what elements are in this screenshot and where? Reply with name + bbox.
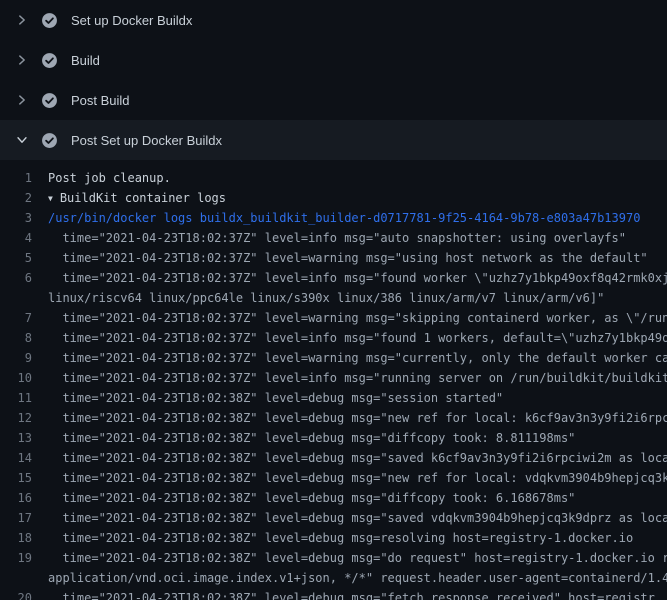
log-text: application/vnd.oci.image.index.v1+json,… bbox=[48, 568, 667, 588]
line-number bbox=[0, 288, 48, 308]
log-text: time="2021-04-23T18:02:38Z" level=debug … bbox=[48, 428, 667, 448]
group-label: BuildKit container logs bbox=[60, 191, 226, 205]
line-number[interactable]: 19 bbox=[0, 548, 48, 568]
log-panel: 1Post job cleanup.2▼ BuildKit container l… bbox=[0, 160, 667, 600]
success-check-icon bbox=[41, 12, 58, 29]
log-line-continuation: linux/riscv64 linux/ppc64le linux/s390x … bbox=[0, 288, 667, 308]
chevron-down-icon bbox=[14, 132, 30, 148]
log-group-toggle[interactable]: ▼ BuildKit container logs bbox=[48, 188, 667, 208]
step-header-post-set-up-docker-buildx[interactable]: Post Set up Docker Buildx bbox=[0, 120, 667, 160]
line-number[interactable]: 17 bbox=[0, 508, 48, 528]
line-number[interactable]: 4 bbox=[0, 228, 48, 248]
log-text: time="2021-04-23T18:02:38Z" level=debug … bbox=[48, 508, 667, 528]
log-line: 9 time="2021-04-23T18:02:37Z" level=warn… bbox=[0, 348, 667, 368]
log-line: 14 time="2021-04-23T18:02:38Z" level=deb… bbox=[0, 448, 667, 468]
log-text: time="2021-04-23T18:02:37Z" level=warnin… bbox=[48, 248, 667, 268]
line-number[interactable]: 15 bbox=[0, 468, 48, 488]
success-check-icon bbox=[41, 52, 58, 69]
line-number bbox=[0, 568, 48, 588]
chevron-right-icon bbox=[14, 52, 30, 68]
line-number[interactable]: 2 bbox=[0, 188, 48, 208]
log-text: time="2021-04-23T18:02:38Z" level=debug … bbox=[48, 388, 667, 408]
line-number[interactable]: 9 bbox=[0, 348, 48, 368]
line-number[interactable]: 12 bbox=[0, 408, 48, 428]
log-line: 6 time="2021-04-23T18:02:37Z" level=info… bbox=[0, 268, 667, 288]
line-number[interactable]: 16 bbox=[0, 488, 48, 508]
log-line: 11 time="2021-04-23T18:02:38Z" level=deb… bbox=[0, 388, 667, 408]
step-header-set-up-docker-buildx[interactable]: Set up Docker Buildx bbox=[0, 0, 667, 40]
line-number[interactable]: 18 bbox=[0, 528, 48, 548]
log-line: 15 time="2021-04-23T18:02:38Z" level=deb… bbox=[0, 468, 667, 488]
line-number[interactable]: 3 bbox=[0, 208, 48, 228]
log-line: 8 time="2021-04-23T18:02:37Z" level=info… bbox=[0, 328, 667, 348]
log-text: time="2021-04-23T18:02:38Z" level=debug … bbox=[48, 448, 667, 468]
step-label: Set up Docker Buildx bbox=[71, 13, 192, 28]
line-number[interactable]: 1 bbox=[0, 168, 48, 188]
log-command-text: /usr/bin/docker logs buildx_buildkit_bui… bbox=[48, 208, 667, 228]
log-text: linux/riscv64 linux/ppc64le linux/s390x … bbox=[48, 288, 667, 308]
line-number[interactable]: 13 bbox=[0, 428, 48, 448]
log-text: time="2021-04-23T18:02:38Z" level=debug … bbox=[48, 548, 667, 568]
line-number[interactable]: 20 bbox=[0, 588, 48, 600]
group-expanded-icon: ▼ bbox=[48, 189, 53, 208]
log-text: time="2021-04-23T18:02:38Z" level=debug … bbox=[48, 528, 667, 548]
success-check-icon bbox=[41, 92, 58, 109]
line-number[interactable]: 14 bbox=[0, 448, 48, 468]
line-number[interactable]: 5 bbox=[0, 248, 48, 268]
log-text: time="2021-04-23T18:02:38Z" level=debug … bbox=[48, 468, 667, 488]
line-number[interactable]: 8 bbox=[0, 328, 48, 348]
step-header-build[interactable]: Build bbox=[0, 40, 667, 80]
success-check-icon bbox=[41, 132, 58, 149]
line-number[interactable]: 6 bbox=[0, 268, 48, 288]
log-text: time="2021-04-23T18:02:38Z" level=debug … bbox=[48, 588, 667, 600]
log-line: 12 time="2021-04-23T18:02:38Z" level=deb… bbox=[0, 408, 667, 428]
chevron-right-icon bbox=[14, 92, 30, 108]
log-line: 3/usr/bin/docker logs buildx_buildkit_bu… bbox=[0, 208, 667, 228]
log-text: time="2021-04-23T18:02:37Z" level=info m… bbox=[48, 268, 667, 288]
log-text: time="2021-04-23T18:02:37Z" level=info m… bbox=[48, 328, 667, 348]
log-line: 18 time="2021-04-23T18:02:38Z" level=deb… bbox=[0, 528, 667, 548]
log-line: 2▼ BuildKit container logs bbox=[0, 188, 667, 208]
log-line: 17 time="2021-04-23T18:02:38Z" level=deb… bbox=[0, 508, 667, 528]
log-text: time="2021-04-23T18:02:38Z" level=debug … bbox=[48, 488, 667, 508]
log-line: 4 time="2021-04-23T18:02:37Z" level=info… bbox=[0, 228, 667, 248]
chevron-right-icon bbox=[14, 12, 30, 28]
actions-log-viewer: Set up Docker Buildx Build Post Build Post … bbox=[0, 0, 667, 600]
log-line: 20 time="2021-04-23T18:02:38Z" level=deb… bbox=[0, 588, 667, 600]
log-text: time="2021-04-23T18:02:37Z" level=info m… bbox=[48, 368, 667, 388]
log-line: 19 time="2021-04-23T18:02:38Z" level=deb… bbox=[0, 548, 667, 568]
log-line: 10 time="2021-04-23T18:02:37Z" level=inf… bbox=[0, 368, 667, 388]
log-line: 1Post job cleanup. bbox=[0, 168, 667, 188]
log-text: time="2021-04-23T18:02:37Z" level=info m… bbox=[48, 228, 667, 248]
line-number[interactable]: 7 bbox=[0, 308, 48, 328]
log-line: 16 time="2021-04-23T18:02:38Z" level=deb… bbox=[0, 488, 667, 508]
log-line-continuation: application/vnd.oci.image.index.v1+json,… bbox=[0, 568, 667, 588]
step-list: Set up Docker Buildx Build Post Build Post … bbox=[0, 0, 667, 160]
log-line: 7 time="2021-04-23T18:02:37Z" level=warn… bbox=[0, 308, 667, 328]
log-text: Post job cleanup. bbox=[48, 168, 667, 188]
log-line: 13 time="2021-04-23T18:02:38Z" level=deb… bbox=[0, 428, 667, 448]
log-text: time="2021-04-23T18:02:37Z" level=warnin… bbox=[48, 348, 667, 368]
step-label: Post Build bbox=[71, 93, 130, 108]
step-header-post-build[interactable]: Post Build bbox=[0, 80, 667, 120]
line-number[interactable]: 10 bbox=[0, 368, 48, 388]
log-text: time="2021-04-23T18:02:37Z" level=warnin… bbox=[48, 308, 667, 328]
log-line: 5 time="2021-04-23T18:02:37Z" level=warn… bbox=[0, 248, 667, 268]
line-number[interactable]: 11 bbox=[0, 388, 48, 408]
step-label: Build bbox=[71, 53, 100, 68]
log-text: time="2021-04-23T18:02:38Z" level=debug … bbox=[48, 408, 667, 428]
step-label: Post Set up Docker Buildx bbox=[71, 133, 222, 148]
